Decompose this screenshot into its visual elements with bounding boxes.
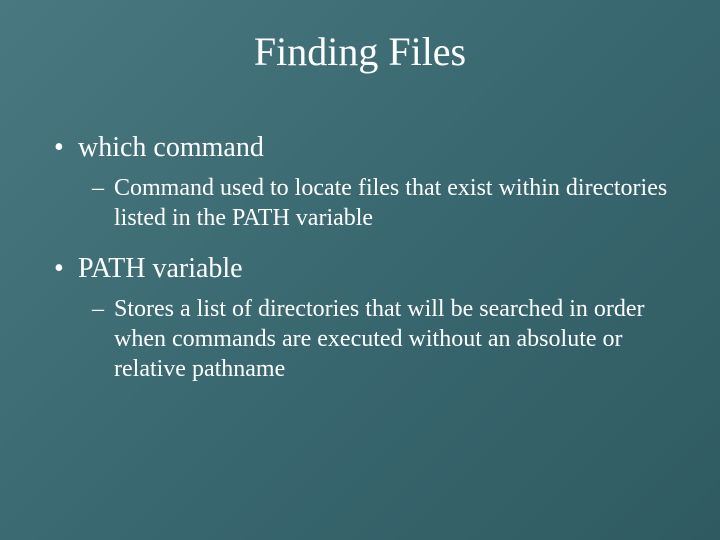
- bullet-item: PATH variable Stores a list of directori…: [78, 251, 670, 384]
- slide: Finding Files which command Command used…: [0, 0, 720, 540]
- bullet-list: which command Command used to locate fil…: [50, 130, 670, 384]
- bullet-item: which command Command used to locate fil…: [78, 130, 670, 233]
- bullet-label: which command: [78, 132, 264, 163]
- sub-bullet-list: Command used to locate files that exist …: [78, 173, 670, 233]
- bullet-label: PATH variable: [78, 253, 243, 284]
- sub-bullet-item: Command used to locate files that exist …: [114, 173, 670, 233]
- slide-title: Finding Files: [50, 28, 670, 75]
- sub-bullet-list: Stores a list of directories that will b…: [78, 294, 670, 384]
- sub-bullet-item: Stores a list of directories that will b…: [114, 294, 670, 384]
